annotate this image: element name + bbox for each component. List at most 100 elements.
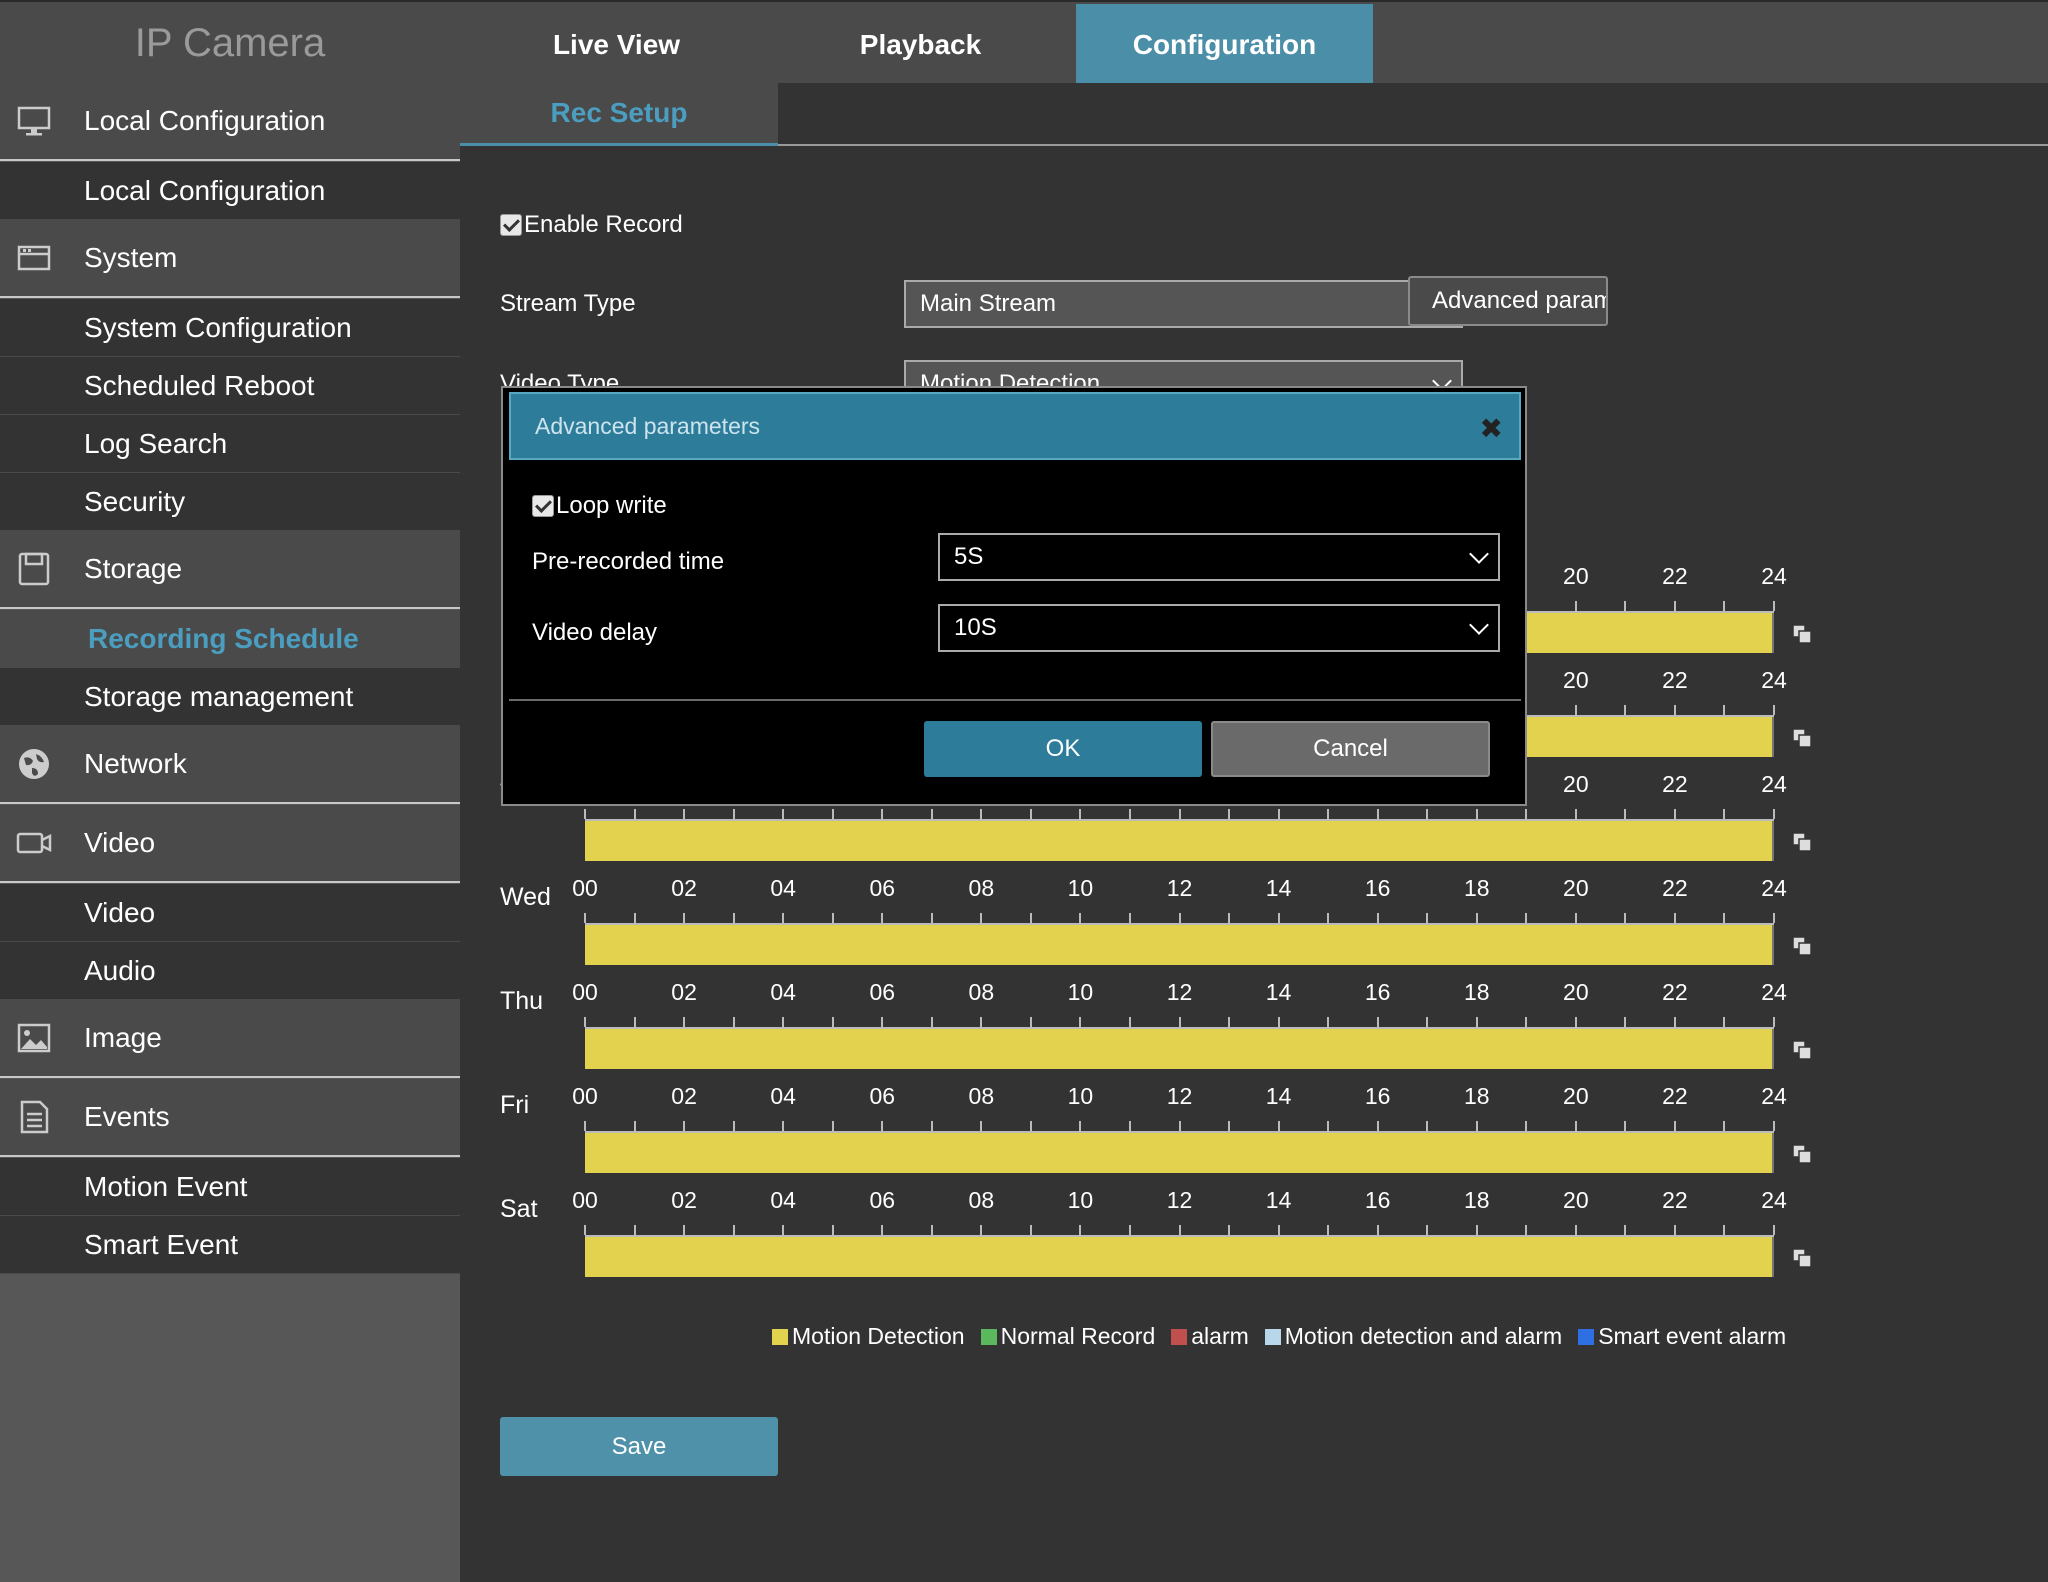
- stream-type-select[interactable]: Main Stream: [904, 280, 1463, 328]
- storage-icon: [16, 551, 52, 587]
- hour-tick-label: 22: [1662, 979, 1688, 1005]
- sidebar-item-motion-event[interactable]: Motion Event: [0, 1158, 460, 1216]
- prerecord-time-select[interactable]: 5S: [938, 533, 1500, 581]
- hour-tick: [1574, 1225, 1577, 1235]
- hour-tick: [1673, 1121, 1676, 1131]
- hour-tick-label: 08: [968, 1083, 995, 1109]
- hour-tick: [1673, 705, 1676, 715]
- hour-tick: [1723, 1225, 1726, 1235]
- hour-tick-label: 22: [1662, 771, 1688, 797]
- hour-tick: [1029, 1121, 1032, 1131]
- hour-tick: [1723, 705, 1726, 715]
- hour-tick: [1574, 705, 1577, 715]
- hour-tick-label: 16: [1364, 875, 1391, 901]
- sidebar-item-system-configuration[interactable]: System Configuration: [0, 299, 460, 357]
- hour-tick-label: 00: [572, 1083, 598, 1109]
- hour-tick-label: 10: [1067, 979, 1094, 1005]
- copy-icon[interactable]: [1791, 1039, 1813, 1061]
- legend-label: Motion detection and alarm: [1284, 1323, 1563, 1349]
- legend-swatch-normal-record: [980, 1328, 997, 1345]
- hour-tick: [930, 1225, 933, 1235]
- hour-tick: [633, 913, 636, 923]
- sidebar-item-video[interactable]: Video: [0, 884, 460, 942]
- hour-tick: [732, 1017, 735, 1027]
- schedule-bar-wed[interactable]: [585, 925, 1774, 965]
- copy-icon[interactable]: [1791, 1143, 1813, 1165]
- tab-live-view[interactable]: Live View: [468, 4, 765, 85]
- sidebar-item-storage-management[interactable]: Storage management: [0, 668, 460, 726]
- hour-tick-label: 16: [1364, 979, 1391, 1005]
- hour-tick: [1574, 1017, 1577, 1027]
- hour-tick-label: 20: [1563, 875, 1589, 901]
- hour-tick: [633, 1017, 636, 1027]
- hour-tick: [732, 913, 735, 923]
- stream-type-value: Main Stream: [920, 290, 1057, 317]
- schedule-bar-fri[interactable]: [585, 1133, 1774, 1173]
- sidebar-item-audio[interactable]: Audio: [0, 942, 460, 1000]
- hour-tick-label: 06: [869, 979, 896, 1005]
- hour-tick-label: 14: [1265, 875, 1292, 901]
- hour-tick: [1079, 1017, 1082, 1027]
- hour-tick: [1723, 913, 1726, 923]
- loop-write-checkbox[interactable]: [532, 495, 554, 517]
- enable-record-checkbox[interactable]: [500, 214, 522, 236]
- legend-swatch-motion-detection: [772, 1328, 788, 1345]
- close-icon[interactable]: ✖: [1480, 412, 1503, 445]
- hour-tick-label: 22: [1662, 875, 1688, 901]
- schedule-bar-tue[interactable]: [585, 821, 1774, 861]
- hour-tick-label: 24: [1761, 563, 1787, 589]
- sidebar-section-network[interactable]: Network: [0, 726, 460, 804]
- sidebar-section-system[interactable]: System: [0, 220, 460, 298]
- sidebar-section-label: Local Configuration: [84, 105, 326, 136]
- tab-configuration[interactable]: Configuration: [1076, 4, 1373, 85]
- hour-tick: [1525, 809, 1528, 819]
- sidebar-item-security[interactable]: Security: [0, 473, 460, 531]
- copy-icon[interactable]: [1791, 831, 1813, 853]
- advanced-parameters-button[interactable]: Advanced parameters: [1408, 276, 1608, 326]
- copy-icon[interactable]: [1791, 623, 1813, 645]
- sidebar-section-image[interactable]: Image: [0, 1000, 460, 1078]
- tab-rec-setup[interactable]: Rec Setup: [460, 83, 778, 146]
- sidebar-section-label: Storage: [84, 553, 183, 584]
- advanced-parameters-dialog: Advanced parameters ✖ Loop write Pre-rec…: [501, 386, 1527, 806]
- dialog-title: Advanced parameters: [535, 412, 761, 439]
- hour-tick-label: 06: [869, 875, 896, 901]
- hour-tick: [1079, 1121, 1082, 1131]
- ok-button[interactable]: OK: [924, 721, 1202, 777]
- hour-tick-label: 22: [1662, 563, 1688, 589]
- sidebar-section-storage[interactable]: Storage: [0, 531, 460, 609]
- hour-tick: [1624, 601, 1627, 611]
- hour-tick: [1327, 1017, 1330, 1027]
- schedule-bar-thu[interactable]: [585, 1029, 1774, 1069]
- copy-icon[interactable]: [1791, 1247, 1813, 1269]
- sidebar-section-local-configuration[interactable]: Local Configuration: [0, 83, 460, 161]
- sidebar-item-recording-schedule[interactable]: Recording Schedule: [0, 610, 460, 668]
- hour-tick: [1624, 1121, 1627, 1131]
- hour-tick: [633, 1121, 636, 1131]
- schedule-bar-sat[interactable]: [585, 1237, 1774, 1277]
- tab-playback[interactable]: Playback: [772, 4, 1069, 85]
- loop-write-row: Loop write: [532, 492, 667, 520]
- sidebar-section-events[interactable]: Events: [0, 1079, 460, 1157]
- copy-icon[interactable]: [1791, 935, 1813, 957]
- hour-tick: [584, 1017, 586, 1027]
- hour-tick: [1228, 1017, 1231, 1027]
- hour-tick-label: 20: [1563, 979, 1589, 1005]
- hour-tick: [1029, 1017, 1032, 1027]
- sidebar-item-smart-event[interactable]: Smart Event: [0, 1216, 460, 1274]
- chevron-down-icon: [1469, 544, 1489, 564]
- hour-tick: [930, 1121, 933, 1131]
- sidebar-item-log-search[interactable]: Log Search: [0, 415, 460, 473]
- hour-tick-label: 10: [1067, 875, 1094, 901]
- schedule-legend: Motion Detection Normal Record alarm Mot…: [772, 1323, 1786, 1350]
- hour-tick: [980, 1225, 983, 1235]
- video-delay-select[interactable]: 10S: [938, 604, 1500, 652]
- copy-icon[interactable]: [1791, 727, 1813, 749]
- sidebar-item-scheduled-reboot[interactable]: Scheduled Reboot: [0, 357, 460, 415]
- hour-tick: [1525, 1121, 1528, 1131]
- save-button[interactable]: Save: [500, 1417, 778, 1476]
- prerecord-time-value: 5S: [954, 543, 984, 570]
- sidebar-section-video[interactable]: Video: [0, 805, 460, 883]
- sidebar-item-local-configuration[interactable]: Local Configuration: [0, 162, 460, 220]
- cancel-button[interactable]: Cancel: [1211, 721, 1490, 777]
